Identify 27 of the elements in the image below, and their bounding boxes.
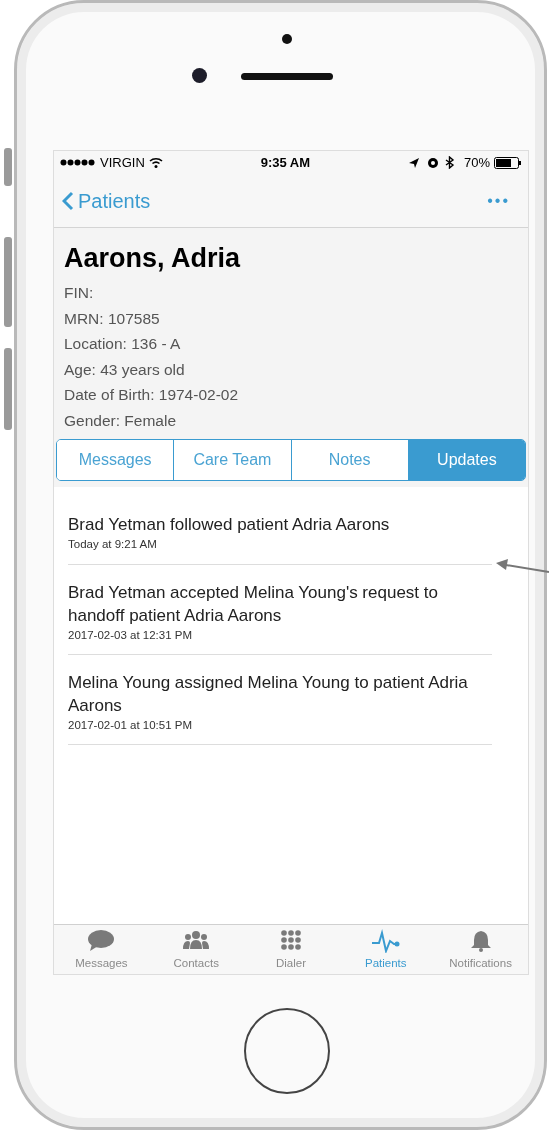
update-text: Brad Yetman followed patient Adria Aarons — [68, 514, 391, 537]
update-text: Brad Yetman accepted Melina Young's request to handoff patient Adria Aarons — [68, 581, 439, 627]
segment-tab[interactable]: Updates — [408, 440, 525, 481]
more-button[interactable]: ••• — [477, 188, 520, 213]
update-text: Melina Young assigned Melina Young to patient Adria Aarons — [68, 671, 469, 717]
segment-tab[interactable]: Messages — [57, 440, 175, 481]
patient-detail: Age: 43 years old — [64, 359, 186, 380]
tab-bar-item[interactable]: Contacts — [148, 925, 244, 973]
update-time: 2017-02-01 at 10:51 PM — [68, 717, 194, 733]
segment-tab[interactable]: Notes — [291, 440, 409, 481]
carrier-name: VIRGIN — [100, 153, 145, 172]
tab-bar-item[interactable]: Notifications — [433, 925, 528, 973]
update-time: 2017-02-03 at 12:31 PM — [68, 627, 194, 643]
update-time: Today at 9:21 AM — [68, 537, 158, 553]
patient-detail: Location: 136 - A — [64, 334, 182, 355]
battery-percent: 70% — [463, 153, 490, 172]
patient-detail: MRN: 107585 — [64, 308, 161, 329]
patient-detail: Date of Birth: 1974-02-02 — [64, 385, 240, 406]
patient-detail: Gender: Female — [64, 410, 177, 431]
status-time: 9:35 AM — [260, 153, 311, 172]
tab-bar-item[interactable]: Dialer — [243, 925, 339, 973]
patient-name: Aarons, Adria — [64, 242, 242, 275]
segment-tab[interactable]: Care Team — [174, 440, 292, 481]
back-button[interactable]: Patients — [62, 185, 151, 216]
tab-bar-item[interactable]: Messages — [54, 925, 149, 973]
tab-bar-item[interactable]: Patients — [338, 925, 434, 973]
patient-detail: FIN: — [64, 283, 95, 304]
